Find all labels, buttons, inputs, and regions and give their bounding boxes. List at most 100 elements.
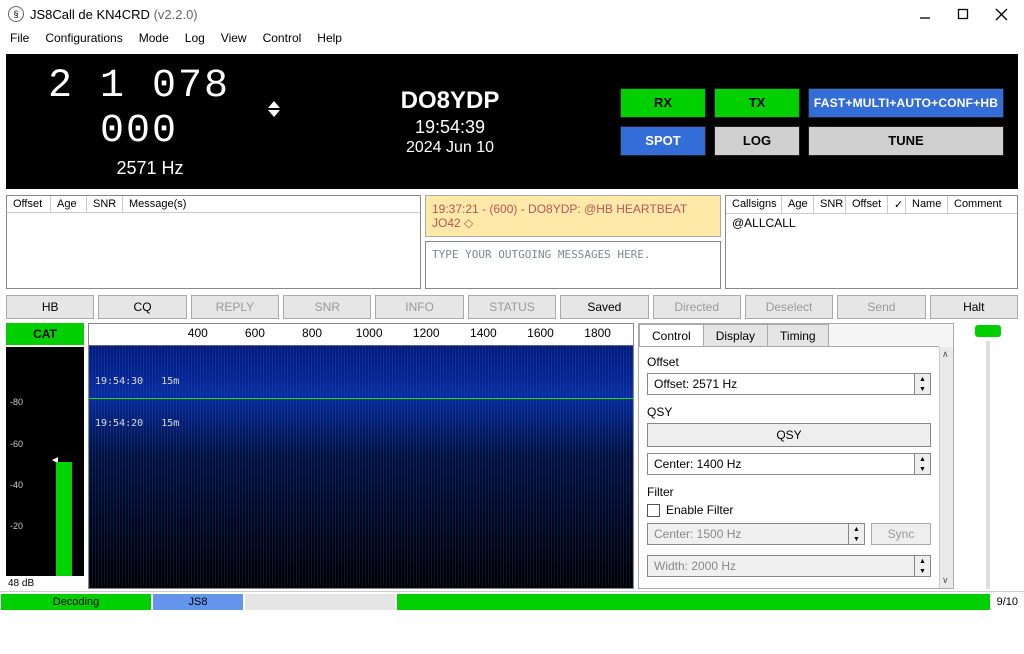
freq-up-arrow[interactable] [268, 101, 280, 108]
rx-button[interactable]: RX [620, 88, 706, 118]
filter-width-input[interactable] [648, 556, 914, 576]
deselect-button[interactable]: Deselect [745, 295, 833, 319]
snr-button[interactable]: SNR [283, 295, 371, 319]
close-button[interactable] [994, 7, 1008, 21]
window-title: JS8Call de KN4CRD [30, 7, 150, 22]
minimize-button[interactable] [918, 7, 932, 21]
col-age[interactable]: Age [51, 196, 87, 212]
qsy-button[interactable]: QSY [647, 423, 931, 447]
scrollbar[interactable]: ∧ ∨ [939, 347, 953, 588]
scroll-down-icon[interactable]: ∨ [942, 575, 949, 586]
slider-knob[interactable] [975, 325, 1001, 337]
scroll-up-icon[interactable]: ∧ [942, 349, 949, 360]
filter-center-input[interactable] [648, 524, 848, 544]
menu-help[interactable]: Help [317, 31, 342, 45]
directed-button[interactable]: Directed [653, 295, 741, 319]
cat-button[interactable]: CAT [6, 323, 84, 345]
offset-input[interactable] [648, 374, 914, 394]
center-up-icon[interactable]: ▲ [915, 454, 930, 464]
menu-file[interactable]: File [10, 31, 29, 45]
spot-button[interactable]: SPOT [620, 126, 706, 156]
menu-log[interactable]: Log [185, 31, 205, 45]
reply-button[interactable]: REPLY [191, 295, 279, 319]
col-snr2[interactable]: SNR [814, 196, 846, 213]
enable-filter-checkbox[interactable] [647, 504, 660, 517]
info-button[interactable]: INFO [375, 295, 463, 319]
frequency-value: 2 1 078 000 [20, 64, 258, 154]
cq-button[interactable]: CQ [98, 295, 186, 319]
col-age2[interactable]: Age [782, 196, 814, 213]
center-down-icon[interactable]: ▼ [915, 464, 930, 474]
meter-bar [56, 462, 72, 577]
sync-button[interactable]: Sync [871, 523, 931, 545]
tab-display[interactable]: Display [703, 324, 768, 347]
hb-button[interactable]: HB [6, 295, 94, 319]
maximize-button[interactable] [956, 7, 970, 21]
menu-control[interactable]: Control [263, 31, 302, 45]
filter-center-spinbox[interactable]: ▲▼ [647, 523, 865, 545]
halt-button[interactable]: Halt [930, 295, 1018, 319]
db-label: 48 dB [6, 578, 84, 589]
enable-filter-label: Enable Filter [666, 503, 733, 517]
tx-button[interactable]: TX [714, 88, 800, 118]
status-ratio: 9/10 [991, 596, 1024, 608]
callsigns-panel: Callsigns Age SNR Offset ✓ Name Comment … [725, 195, 1018, 289]
freq-down-arrow[interactable] [268, 110, 280, 117]
tune-button[interactable]: TUNE [808, 126, 1004, 156]
offset-label: Offset [647, 355, 931, 369]
status-button[interactable]: STATUS [468, 295, 556, 319]
callsign-display: DO8YDP [300, 87, 600, 115]
filter-width-spinbox[interactable]: ▲▼ [647, 555, 931, 577]
offset-down-icon[interactable]: ▼ [915, 384, 930, 394]
log-button[interactable]: LOG [714, 126, 800, 156]
waterfall-display[interactable]: 19:54:30 15m 19:54:20 15m [89, 346, 633, 588]
status-decoding: Decoding [1, 594, 151, 610]
col-check[interactable]: ✓ [888, 196, 906, 213]
frequency-ruler[interactable]: 400 600 800 1000 1200 1400 1600 1800 [89, 324, 633, 346]
waterfall-marker-line [89, 398, 633, 399]
heartbeat-message[interactable]: 19:37:21 - (600) - DO8YDP: @HB HEARTBEAT… [425, 195, 721, 237]
send-button[interactable]: Send [837, 295, 925, 319]
qsy-label: QSY [647, 405, 931, 419]
center-input[interactable] [648, 454, 914, 474]
gain-slider[interactable] [958, 323, 1018, 589]
status-js8: JS8 [153, 594, 243, 610]
offset-spinbox[interactable]: ▲▼ [647, 373, 931, 395]
status-progress [397, 594, 990, 610]
titlebar: § JS8Call de KN4CRD (v2.2.0) [0, 0, 1024, 28]
center-spinbox[interactable]: ▲▼ [647, 453, 931, 475]
top-panel: 2 1 078 000 2571 Hz DO8YDP 19:54:39 2024… [6, 54, 1018, 189]
outgoing-textbox[interactable]: TYPE YOUR OUTGOING MESSAGES HERE. [425, 241, 721, 289]
clock-display: 19:54:39 [300, 117, 600, 138]
tab-timing[interactable]: Timing [767, 324, 829, 347]
col-offset2[interactable]: Offset [846, 196, 888, 213]
control-tab-body: Offset ▲▼ QSY QSY ▲▼ Filter Enable Filte… [639, 346, 939, 588]
col-comment[interactable]: Comment [948, 196, 1017, 213]
slider-track [986, 341, 990, 589]
menu-configurations[interactable]: Configurations [45, 31, 122, 45]
saved-button[interactable]: Saved [560, 295, 648, 319]
col-snr[interactable]: SNR [87, 196, 123, 212]
signal-meter: -80 -60 -40 -20 ◄ [6, 347, 84, 576]
menubar: File Configurations Mode Log View Contro… [0, 28, 1024, 50]
col-name[interactable]: Name [906, 196, 948, 213]
status-bar: Decoding JS8 9/10 [0, 591, 1024, 611]
app-icon: § [8, 6, 24, 22]
action-button-row: HB CQ REPLY SNR INFO STATUS Saved Direct… [0, 291, 1024, 323]
frequency-display[interactable]: 2 1 078 000 [20, 64, 280, 154]
tab-control[interactable]: Control [639, 324, 704, 347]
filter-label: Filter [647, 485, 931, 499]
col-callsigns[interactable]: Callsigns [726, 196, 782, 213]
col-messages[interactable]: Message(s) [123, 196, 420, 212]
offset-hz-display: 2571 Hz [20, 158, 280, 179]
call-row-allcall[interactable]: @ALLCALL [726, 214, 1017, 232]
menu-mode[interactable]: Mode [139, 31, 169, 45]
mode-button[interactable]: FAST+MULTI+AUTO+CONF+HB [808, 88, 1004, 118]
date-display: 2024 Jun 10 [300, 139, 600, 157]
offset-up-icon[interactable]: ▲ [915, 374, 930, 384]
version-label: (v2.2.0) [154, 7, 198, 22]
menu-view[interactable]: View [221, 31, 247, 45]
status-seg-gray [245, 594, 395, 610]
col-offset[interactable]: Offset [7, 196, 51, 212]
messages-panel: Offset Age SNR Message(s) [6, 195, 421, 289]
